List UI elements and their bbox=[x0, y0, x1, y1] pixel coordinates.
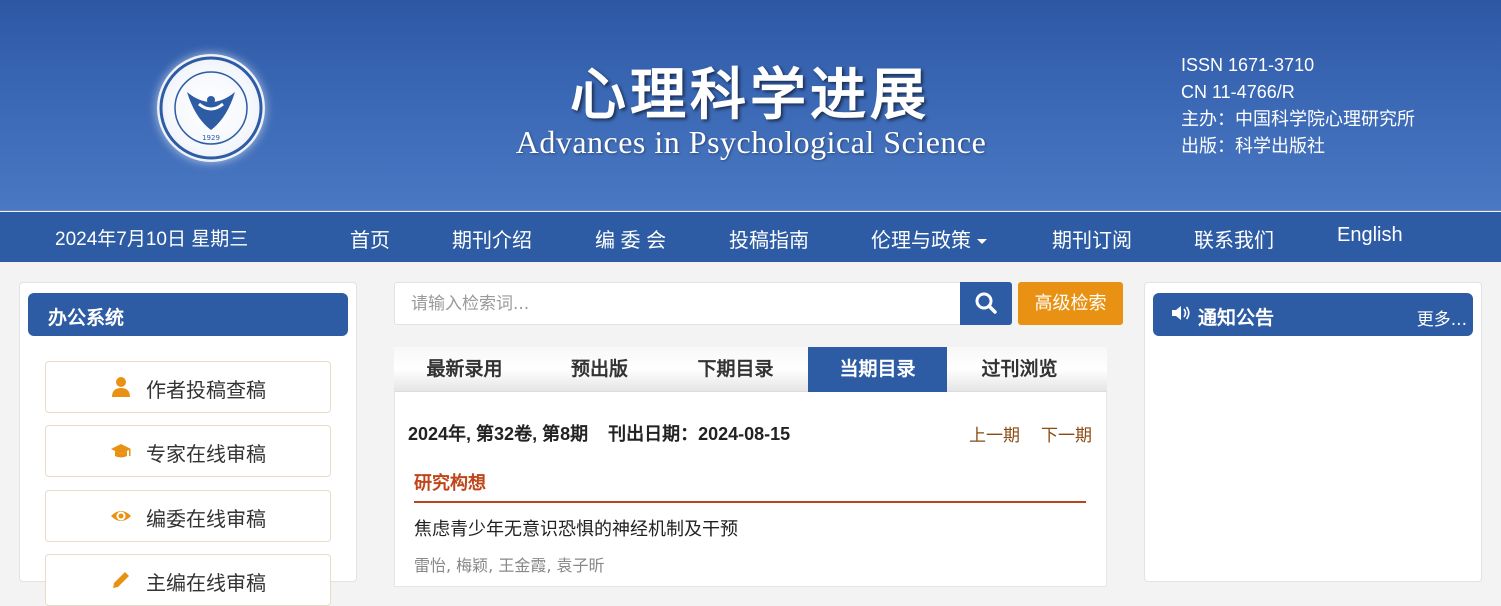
institute-logo-icon: 1929 bbox=[159, 56, 263, 160]
search-input[interactable] bbox=[394, 282, 962, 325]
issue-info: 2024年, 第32卷, 第8期 刊出日期：2024-08-15 bbox=[408, 424, 791, 444]
nav-editorial-board[interactable]: 编 委 会 bbox=[595, 224, 666, 253]
user-icon bbox=[112, 377, 130, 397]
chief-editor-review-button[interactable]: 主编在线审稿 bbox=[45, 554, 331, 606]
article-title-link[interactable]: 焦虑青少年无意识恐惧的神经机制及干预 bbox=[414, 515, 738, 541]
office-system-title: 办公系统 bbox=[48, 307, 125, 329]
publisher: 出版：科学出版社 bbox=[1181, 136, 1325, 156]
current-date: 2024年7月10日 星期三 bbox=[55, 229, 249, 250]
nav-journal-intro[interactable]: 期刊介绍 bbox=[452, 224, 532, 253]
tab-archive[interactable]: 过刊浏览 bbox=[947, 347, 1092, 392]
next-issue-link[interactable]: 下一期 bbox=[1041, 421, 1092, 446]
graduation-cap-icon bbox=[111, 444, 131, 458]
author-submission-button[interactable]: 作者投稿查稿 bbox=[45, 361, 331, 413]
expert-review-label: 专家在线审稿 bbox=[146, 442, 266, 466]
institute-logo[interactable]: 1929 bbox=[157, 54, 265, 162]
previous-issue-link[interactable]: 上一期 bbox=[969, 421, 1020, 446]
notice-more-link[interactable]: 更多... bbox=[1417, 305, 1467, 330]
nav-ethics-policy[interactable]: 伦理与政策 bbox=[871, 224, 987, 253]
section-divider bbox=[414, 501, 1086, 503]
nav-home[interactable]: 首页 bbox=[350, 224, 390, 253]
advanced-search-button[interactable]: 高级检索 bbox=[1018, 282, 1123, 325]
main-nav: 2024年7月10日 星期三 首页 期刊介绍 编 委 会 投稿指南 伦理与政策 … bbox=[0, 212, 1501, 262]
nav-subscription[interactable]: 期刊订阅 bbox=[1052, 224, 1132, 253]
speaker-icon bbox=[1172, 306, 1190, 320]
editor-review-button[interactable]: 编委在线审稿 bbox=[45, 490, 331, 542]
tab-latest-accepted[interactable]: 最新录用 bbox=[394, 347, 535, 392]
chief-editor-review-label: 主编在线审稿 bbox=[146, 571, 266, 595]
nav-ethics-policy-label: 伦理与政策 bbox=[871, 230, 971, 252]
tab-online-first[interactable]: 预出版 bbox=[535, 347, 664, 392]
nav-submission-guide[interactable]: 投稿指南 bbox=[729, 224, 809, 253]
nav-contact[interactable]: 联系我们 bbox=[1194, 224, 1274, 253]
article-authors: 雷怡, 梅颖, 王金霞, 袁子昕 bbox=[414, 556, 605, 575]
office-system-header: 办公系统 bbox=[28, 293, 348, 336]
eye-icon bbox=[111, 511, 131, 521]
issue-tabs: 最新录用 预出版 下期目录 当期目录 过刊浏览 bbox=[394, 347, 1107, 392]
section-title: 研究构想 bbox=[414, 473, 486, 494]
search-icon bbox=[975, 292, 997, 314]
notice-header: 通知公告 更多... bbox=[1153, 293, 1473, 336]
author-submission-label: 作者投稿查稿 bbox=[146, 378, 266, 402]
issn: ISSN 1671-3710 bbox=[1181, 55, 1315, 75]
journal-title-cn: 心理科学进展 bbox=[570, 63, 930, 128]
tab-next-issue[interactable]: 下期目录 bbox=[664, 347, 807, 392]
expert-review-button[interactable]: 专家在线审稿 bbox=[45, 425, 331, 477]
tab-current-issue[interactable]: 当期目录 bbox=[808, 347, 947, 392]
cn-number: CN 11-4766/R bbox=[1181, 82, 1295, 102]
nav-english[interactable]: English bbox=[1337, 224, 1403, 247]
notice-title: 通知公告 bbox=[1198, 307, 1275, 329]
pencil-icon bbox=[113, 572, 129, 588]
search-button[interactable] bbox=[960, 282, 1012, 325]
caret-down-icon bbox=[977, 239, 987, 245]
journal-meta: ISSN 1671-3710 CN 11-4766/R 主办：中国科学院心理研究… bbox=[1181, 52, 1415, 160]
sponsor: 主办：中国科学院心理研究所 bbox=[1181, 109, 1415, 129]
site-header: 1929 心理科学进展 Advances in Psychological Sc… bbox=[0, 0, 1501, 211]
journal-title-en: Advances in Psychological Science bbox=[515, 124, 987, 160]
svg-text:1929: 1929 bbox=[202, 134, 220, 142]
editor-review-label: 编委在线审稿 bbox=[146, 507, 266, 531]
